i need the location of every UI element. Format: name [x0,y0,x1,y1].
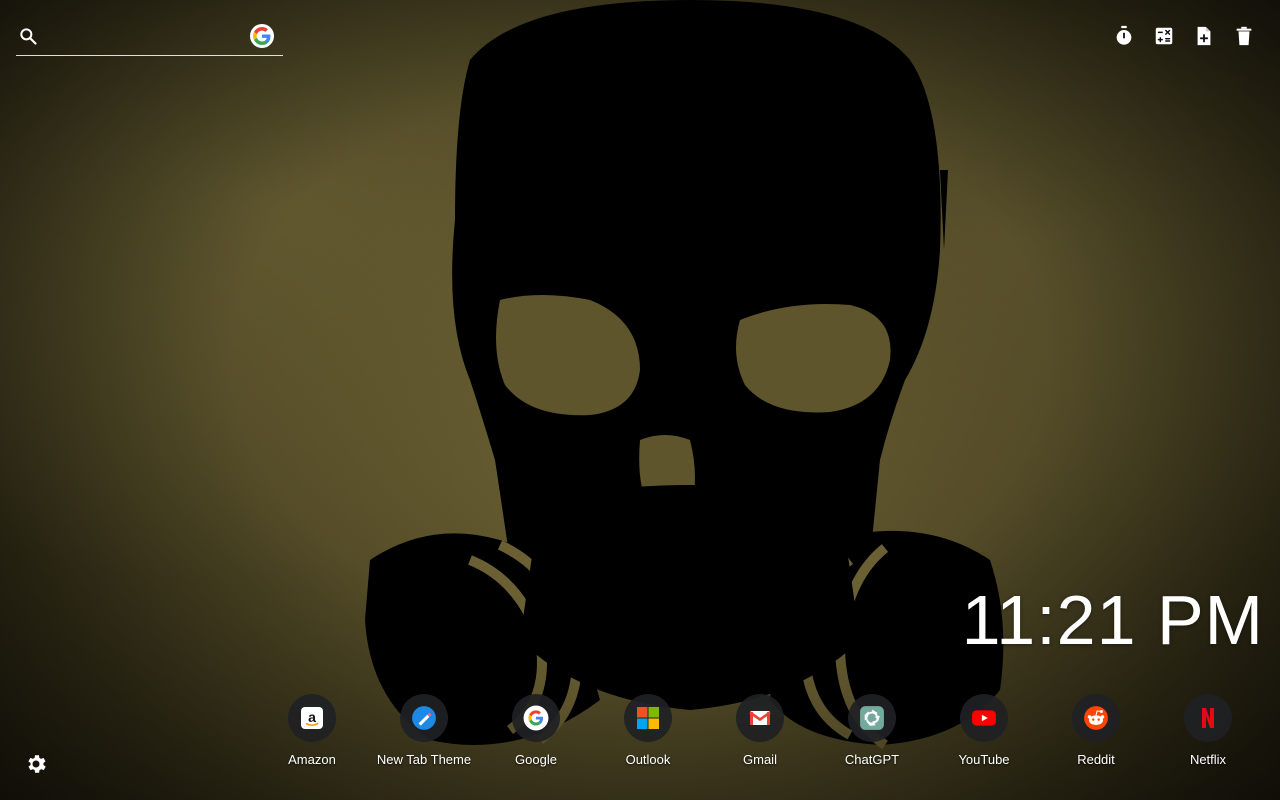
shortcut-gmail[interactable]: Gmail [704,694,816,767]
search-bar[interactable] [16,18,283,56]
shortcut-label: ChatGPT [844,752,900,767]
shortcut-amazon[interactable]: a Amazon [256,694,368,767]
youtube-icon [960,694,1008,742]
shortcut-label: Outlook [625,752,671,767]
shortcut-label: New Tab Theme [376,752,472,767]
shortcut-label: Reddit [1077,752,1115,767]
microsoft-icon [624,694,672,742]
netflix-icon [1184,694,1232,742]
google-g-icon[interactable] [250,24,274,48]
toolbar [1112,24,1256,48]
new-tab-theme-icon [400,694,448,742]
shortcut-outlook[interactable]: Outlook [592,694,704,767]
amazon-icon: a [288,694,336,742]
search-input[interactable] [48,22,238,50]
shortcuts-bar: a Amazon New Tab Theme Google Outlook Gm [256,694,1264,767]
shortcut-new-tab-theme[interactable]: New Tab Theme [368,694,480,767]
shortcut-reddit[interactable]: Reddit [1040,694,1152,767]
shortcut-chatgpt[interactable]: ChatGPT [816,694,928,767]
gmail-icon [736,694,784,742]
wallpaper-background [365,0,1004,750]
google-icon [512,694,560,742]
calculator-icon[interactable] [1152,24,1176,48]
new-note-icon[interactable] [1192,24,1216,48]
svg-text:a: a [308,709,316,725]
reddit-icon [1072,694,1120,742]
search-icon [18,26,38,46]
shortcut-label: Amazon [288,752,336,767]
shortcut-youtube[interactable]: YouTube [928,694,1040,767]
shortcut-netflix[interactable]: Netflix [1152,694,1264,767]
clock-time: 11:21 PM [961,581,1264,659]
shortcut-google[interactable]: Google [480,694,592,767]
shortcut-label: Netflix [1189,752,1227,767]
gear-icon[interactable] [24,752,48,776]
trash-icon[interactable] [1232,24,1256,48]
chatgpt-icon [848,694,896,742]
stopwatch-icon[interactable] [1112,24,1136,48]
shortcut-label: Google [515,752,557,767]
shortcut-label: YouTube [958,752,1010,767]
shortcut-label: Gmail [743,752,777,767]
